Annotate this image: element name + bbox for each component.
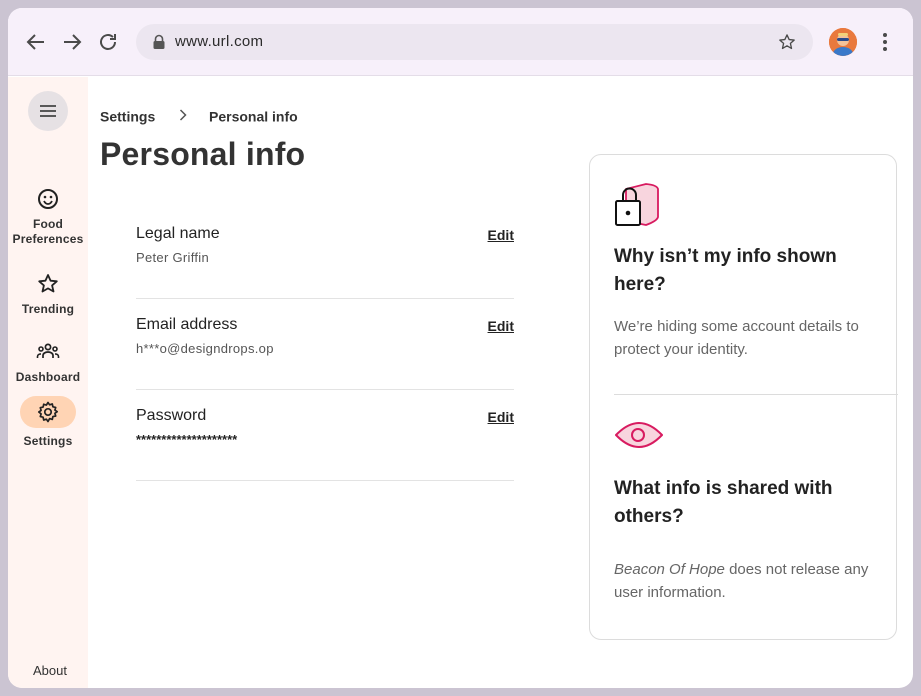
browser-window: www.url.com Food Preferences Trending Da… bbox=[8, 8, 913, 688]
field-label: Password bbox=[136, 407, 207, 424]
edit-email-button[interactable]: Edit bbox=[488, 318, 514, 334]
eye-icon bbox=[615, 422, 663, 448]
sidebar-item-label: Food Preferences bbox=[12, 217, 84, 246]
sidebar-item-food-preferences[interactable]: Food Preferences bbox=[8, 187, 88, 247]
privacy-lock-icon bbox=[615, 183, 659, 226]
arrow-left-icon bbox=[26, 34, 44, 50]
menu-button[interactable] bbox=[28, 91, 68, 131]
back-button[interactable] bbox=[24, 30, 48, 54]
field-value: Peter Griffin bbox=[136, 250, 210, 265]
forward-button[interactable] bbox=[60, 30, 84, 54]
edit-legal-name-button[interactable]: Edit bbox=[488, 227, 514, 243]
field-value: h***o@designdrops.op bbox=[136, 341, 274, 356]
sidebar-item-dashboard[interactable]: Dashboard bbox=[8, 340, 88, 385]
breadcrumb-settings-link[interactable]: Settings bbox=[100, 108, 155, 124]
about-link[interactable]: About bbox=[8, 663, 92, 678]
page-title: Personal info bbox=[100, 136, 306, 172]
gear-icon bbox=[37, 401, 59, 423]
sidebar-item-trending[interactable]: Trending bbox=[8, 272, 88, 317]
field-label: Legal name bbox=[136, 225, 220, 242]
sidebar-item-label: Trending bbox=[21, 302, 75, 316]
sidebar-item-settings[interactable]: Settings bbox=[8, 396, 88, 449]
arrow-right-icon bbox=[64, 34, 82, 50]
smiley-icon bbox=[38, 189, 58, 209]
user-avatar-icon bbox=[829, 28, 857, 56]
hamburger-icon bbox=[40, 105, 56, 117]
field-email-address: Email address h***o@designdrops.op Edit bbox=[136, 299, 514, 390]
edit-password-button[interactable]: Edit bbox=[488, 409, 514, 425]
active-indicator bbox=[20, 396, 76, 428]
reload-icon bbox=[100, 34, 116, 50]
star-outline-icon[interactable] bbox=[777, 32, 797, 52]
field-legal-name: Legal name Peter Griffin Edit bbox=[136, 208, 514, 299]
reload-button[interactable] bbox=[96, 30, 120, 54]
breadcrumb-current: Personal info bbox=[209, 108, 298, 125]
lock-icon bbox=[153, 34, 165, 49]
breadcrumb: Settings Personal info bbox=[100, 107, 298, 124]
url-text: www.url.com bbox=[175, 33, 264, 50]
chevron-right-icon bbox=[179, 108, 187, 124]
card-heading-why-hidden: Why isn’t my info shown here? bbox=[614, 246, 837, 295]
avatar[interactable] bbox=[829, 28, 857, 56]
card-body-info-shared: Beacon Of Hope does not release any user… bbox=[614, 558, 884, 604]
sidebar-item-label: Dashboard bbox=[15, 370, 81, 384]
card-heading-info-shared: What info is shared with others? bbox=[614, 478, 833, 527]
vertical-dots-icon[interactable] bbox=[874, 30, 896, 54]
field-label: Email address bbox=[136, 316, 238, 333]
info-card: Why isn’t my info shown here? We’re hidi… bbox=[589, 154, 898, 640]
browser-toolbar: www.url.com bbox=[8, 8, 913, 76]
field-value: ******************** bbox=[136, 432, 238, 447]
card-body-why-hidden: We’re hiding some account details to pro… bbox=[614, 318, 859, 358]
star-icon bbox=[38, 274, 58, 293]
group-icon bbox=[36, 343, 60, 358]
sidebar-nav: Food Preferences Trending Dashboard Sett… bbox=[8, 77, 88, 688]
card-divider bbox=[614, 394, 898, 395]
address-bar[interactable]: www.url.com bbox=[136, 24, 813, 60]
organization-name: Beacon Of Hope bbox=[614, 561, 725, 578]
field-password: Password ******************** Edit bbox=[136, 390, 514, 481]
sidebar-item-label: Settings bbox=[23, 434, 73, 448]
